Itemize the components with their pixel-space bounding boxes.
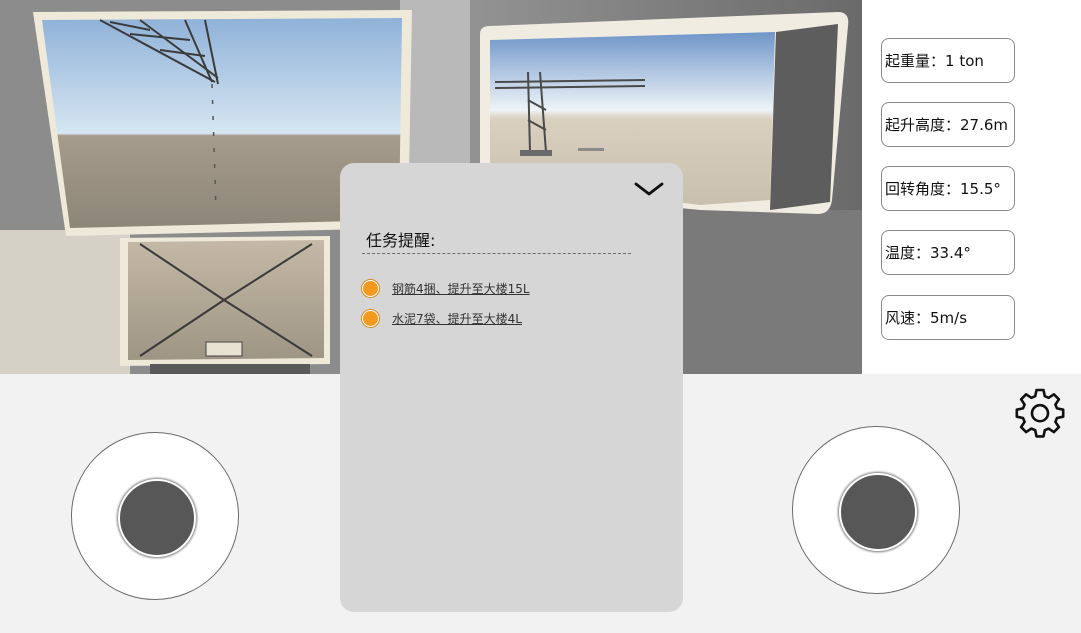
right-joystick[interactable] [792, 426, 960, 594]
task-item-text[interactable]: 钢筋4捆、提升至大楼15L [392, 280, 530, 297]
task-panel-title: 任务提醒: [362, 227, 631, 254]
lift-weight-readout: 起重量： 1 ton [881, 38, 1015, 83]
task-status-dot [362, 309, 379, 327]
right-joystick-knob[interactable] [839, 473, 917, 551]
task-reminder-panel: 任务提醒: 钢筋4捆、提升至大楼15L 水泥7袋、提升至大楼4L [340, 163, 683, 612]
lift-height-value: 27.6m [960, 115, 1009, 134]
settings-button[interactable] [1014, 386, 1066, 438]
lift-height-label: 起升高度： [885, 116, 961, 134]
temperature-readout: 温度： 33.4° [881, 230, 1015, 275]
lift-weight-label: 起重量： [885, 52, 946, 70]
wind-speed-readout: 风速： 5m/s [881, 295, 1015, 340]
wind-speed-value: 5m/s [930, 308, 968, 327]
left-joystick[interactable] [71, 432, 239, 600]
left-joystick-knob[interactable] [118, 479, 196, 557]
lift-weight-value: 1 ton [945, 51, 984, 70]
temperature-label: 温度： [885, 244, 931, 262]
task-item[interactable]: 水泥7袋、提升至大楼4L [362, 307, 522, 329]
temperature-value: 33.4° [930, 243, 971, 262]
wind-speed-label: 风速： [885, 309, 931, 327]
slew-angle-value: 15.5° [960, 179, 1001, 198]
slew-angle-readout: 回转角度： 15.5° [881, 166, 1015, 211]
gear-icon [1015, 388, 1065, 438]
chevron-down-icon [634, 182, 664, 196]
task-status-dot [362, 279, 379, 297]
collapse-panel-button[interactable] [633, 179, 665, 199]
task-item[interactable]: 钢筋4捆、提升至大楼15L [362, 277, 530, 299]
slew-angle-label: 回转角度： [885, 180, 961, 198]
lift-height-readout: 起升高度： 27.6m [881, 102, 1015, 147]
task-item-text[interactable]: 水泥7袋、提升至大楼4L [392, 310, 522, 327]
